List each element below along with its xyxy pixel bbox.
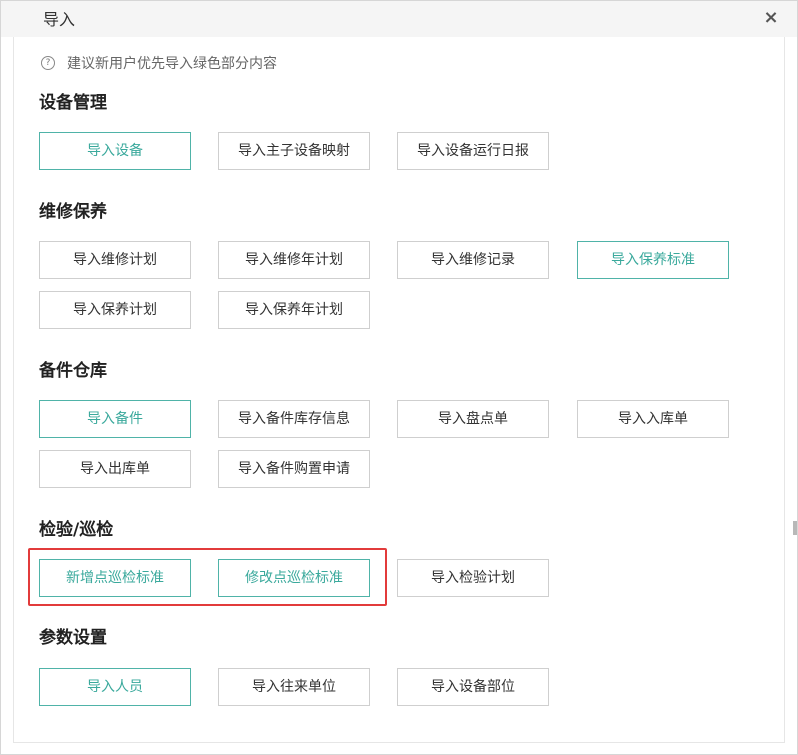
- import-upkeep-standard-button[interactable]: 导入保养标准: [577, 241, 729, 279]
- section-title-equipment: 设备管理: [39, 93, 107, 113]
- import-inbound-button[interactable]: 导入入库单: [577, 400, 729, 438]
- import-stocktake-button[interactable]: 导入盘点单: [397, 400, 549, 438]
- hint-text: 建议新用户优先导入绿色部分内容: [67, 56, 277, 72]
- import-equipment-parts-button[interactable]: 导入设备部位: [397, 668, 549, 706]
- import-equipment-daily-report-button[interactable]: 导入设备运行日报: [397, 132, 549, 170]
- dialog-header: 导入 ×: [1, 1, 797, 37]
- hint: ? 建议新用户优先导入绿色部分内容: [41, 53, 277, 73]
- import-repair-record-button[interactable]: 导入维修记录: [397, 241, 549, 279]
- edit-inspection-standard-button[interactable]: 修改点巡检标准: [218, 559, 370, 597]
- section-title-parameters: 参数设置: [39, 628, 107, 648]
- import-upkeep-annual-plan-button[interactable]: 导入保养年计划: [218, 291, 370, 329]
- close-icon[interactable]: ×: [763, 8, 779, 28]
- question-icon: ?: [41, 56, 55, 70]
- section-title-maintenance: 维修保养: [39, 202, 107, 222]
- import-outbound-button[interactable]: 导入出库单: [39, 450, 191, 488]
- import-inspection-plan-button[interactable]: 导入检验计划: [397, 559, 549, 597]
- import-equipment-button[interactable]: 导入设备: [39, 132, 191, 170]
- import-spare-inventory-button[interactable]: 导入备件库存信息: [218, 400, 370, 438]
- import-equipment-mapping-button[interactable]: 导入主子设备映射: [218, 132, 370, 170]
- import-upkeep-plan-button[interactable]: 导入保养计划: [39, 291, 191, 329]
- section-title-spare-parts: 备件仓库: [39, 361, 107, 381]
- screen: 导入 × ? 建议新用户优先导入绿色部分内容 设备管理 导入设备 导入主子设备映…: [0, 0, 798, 755]
- import-spare-parts-button[interactable]: 导入备件: [39, 400, 191, 438]
- import-repair-annual-plan-button[interactable]: 导入维修年计划: [218, 241, 370, 279]
- dialog-title: 导入: [43, 10, 76, 29]
- add-inspection-standard-button[interactable]: 新增点巡检标准: [39, 559, 191, 597]
- section-title-inspection: 检验/巡检: [39, 520, 114, 540]
- import-partners-button[interactable]: 导入往来单位: [218, 668, 370, 706]
- import-personnel-button[interactable]: 导入人员: [39, 668, 191, 706]
- import-dialog: 导入 × ? 建议新用户优先导入绿色部分内容 设备管理 导入设备 导入主子设备映…: [0, 0, 798, 755]
- dialog-body: ? 建议新用户优先导入绿色部分内容 设备管理 导入设备 导入主子设备映射 导入设…: [13, 37, 785, 743]
- scrollbar[interactable]: [793, 521, 797, 535]
- import-purchase-request-button[interactable]: 导入备件购置申请: [218, 450, 370, 488]
- import-repair-plan-button[interactable]: 导入维修计划: [39, 241, 191, 279]
